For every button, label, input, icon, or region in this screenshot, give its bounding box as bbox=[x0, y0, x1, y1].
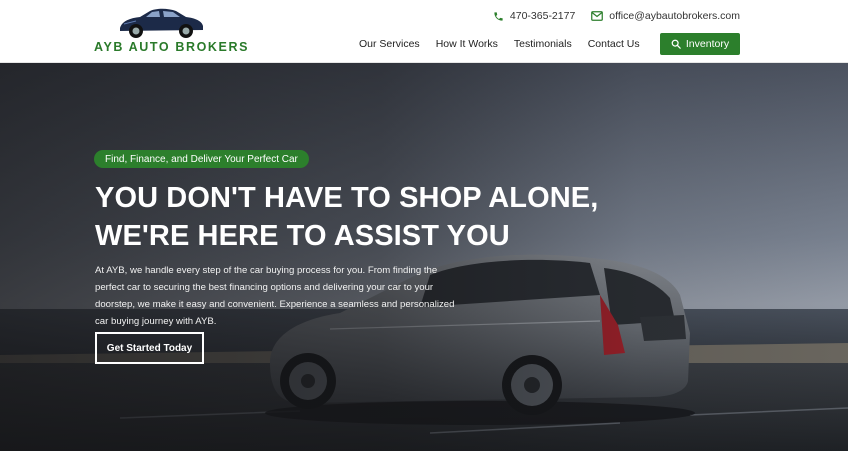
brand-logo[interactable]: AYB AUTO BROKERS bbox=[94, 4, 250, 56]
hero-description: At AYB, we handle every step of the car … bbox=[95, 265, 455, 327]
car-logo-icon bbox=[120, 8, 203, 38]
phone-number: 470-365-2177 bbox=[509, 10, 576, 22]
nav-how-it-works[interactable]: How It Works bbox=[436, 38, 498, 50]
headline-line-2: WE'RE HERE TO ASSIST YOU bbox=[95, 220, 510, 252]
get-started-button[interactable]: Get Started Today bbox=[95, 332, 204, 364]
inventory-button[interactable]: Inventory bbox=[660, 33, 740, 55]
nav-testimonials[interactable]: Testimonials bbox=[514, 38, 572, 50]
hero-tagline-badge: Find, Finance, and Deliver Your Perfect … bbox=[94, 150, 309, 168]
phone-contact[interactable]: 470-365-2177 bbox=[493, 10, 575, 22]
phone-icon bbox=[494, 11, 503, 21]
nav-our-services[interactable]: Our Services bbox=[359, 38, 420, 50]
contact-bar: 470-365-2177 office@aybautobrokers.com bbox=[493, 8, 740, 24]
site-header: AYB AUTO BROKERS 470-365-2177 office@ayb… bbox=[0, 0, 848, 63]
hero-headline: YOU DON'T HAVE TO SHOP ALONE, WE'RE HERE… bbox=[95, 179, 615, 255]
headline-line-1: YOU DON'T HAVE TO SHOP ALONE, bbox=[95, 182, 599, 214]
email-contact[interactable]: office@aybautobrokers.com bbox=[591, 10, 740, 22]
nav-contact-us[interactable]: Contact Us bbox=[588, 38, 640, 50]
hero-section: Find, Finance, and Deliver Your Perfect … bbox=[0, 63, 848, 451]
main-nav: Our Services How It Works Testimonials C… bbox=[359, 33, 640, 55]
inventory-label: Inventory bbox=[685, 38, 730, 50]
brand-name: AYB AUTO BROKERS bbox=[94, 40, 250, 54]
hero-overlay bbox=[0, 63, 848, 451]
email-address: office@aybautobrokers.com bbox=[609, 10, 740, 22]
mail-icon bbox=[591, 11, 604, 21]
search-icon bbox=[671, 39, 681, 49]
